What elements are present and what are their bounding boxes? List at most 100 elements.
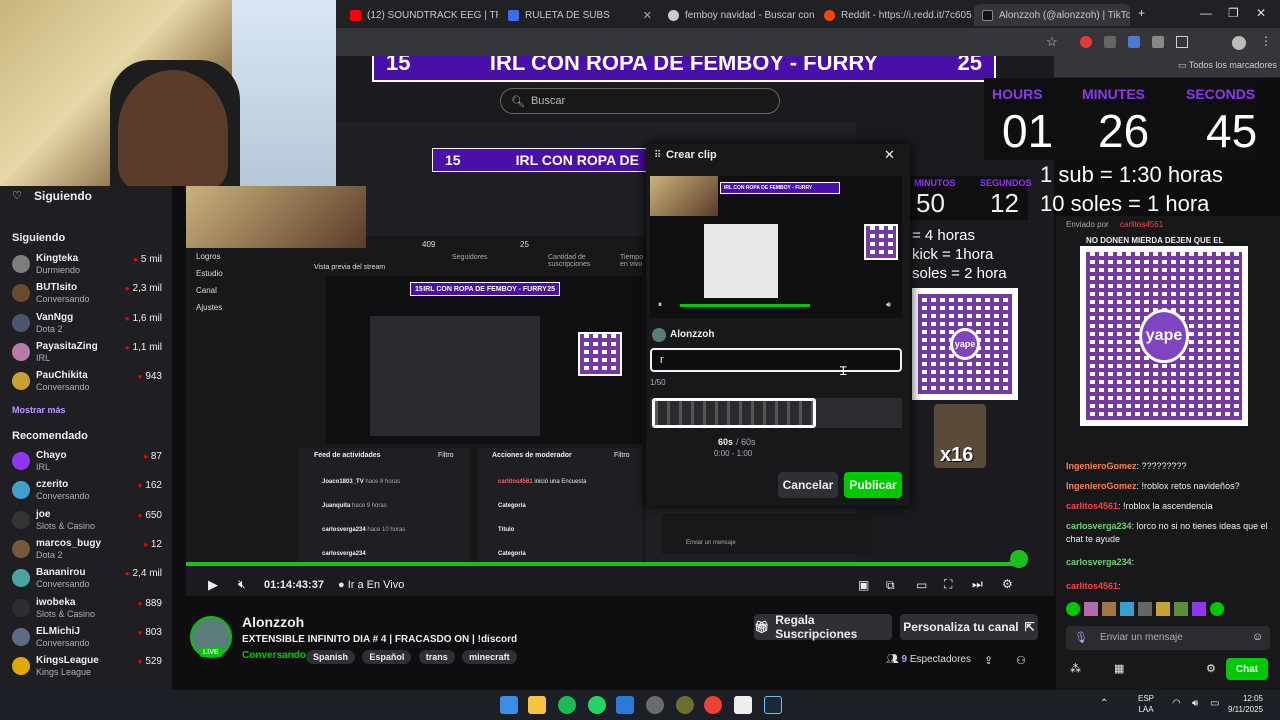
share-icon[interactable]: ⇪ xyxy=(984,654,993,667)
chat-username[interactable]: IngenieroGomez xyxy=(1066,461,1137,471)
menu-kebab-icon[interactable]: ⋮ xyxy=(1260,34,1272,48)
play-icon[interactable]: ▶ xyxy=(208,577,218,593)
volume-icon[interactable]: 🔊︎ xyxy=(886,300,891,310)
mic-icon[interactable]: 🎙︎ xyxy=(1074,631,1088,644)
sidebar-channel[interactable]: ChayoIRL 87 xyxy=(12,449,162,477)
tag[interactable]: Español xyxy=(362,650,412,664)
sidebar-channel[interactable]: BUTIsitoConversando 2,3 mil xyxy=(12,281,162,309)
chat-username[interactable]: carlitos4561 xyxy=(1066,581,1118,591)
chat-username[interactable]: carlitos4561 xyxy=(1066,501,1118,511)
sidebar-channel[interactable]: iwobekaSlots & Casino 889 xyxy=(12,596,162,624)
profile-avatar-icon[interactable] xyxy=(1232,36,1246,50)
sidebar-channel[interactable]: czeritoConversando 162 xyxy=(12,478,162,506)
fullscreen-icon[interactable]: ⛶ xyxy=(944,577,952,592)
user-icon[interactable]: ⚇ xyxy=(1016,654,1026,667)
app-icon[interactable] xyxy=(734,696,752,714)
extension-icon[interactable] xyxy=(1152,36,1164,48)
clip-timeline[interactable] xyxy=(650,398,902,428)
extension-icon[interactable] xyxy=(1128,36,1140,48)
emoji-icon[interactable]: ☺ xyxy=(1252,631,1263,643)
pause-icon[interactable]: ⏸ xyxy=(658,300,662,310)
skip-icon[interactable]: ⏭ xyxy=(972,577,983,592)
browser-tab[interactable]: RULETA DE SUBS ✕ xyxy=(500,4,660,26)
channel-name[interactable]: Alonzzoh xyxy=(242,614,304,630)
sidebar-channel[interactable]: ELMichiJConversando 803 xyxy=(12,625,162,653)
battery-icon[interactable]: ▭ xyxy=(1210,698,1219,709)
filter-label[interactable]: Filtro xyxy=(614,452,630,459)
chrome-icon[interactable] xyxy=(704,696,722,714)
address-bar[interactable]: ☆ ⋮ xyxy=(336,28,1280,56)
tag[interactable]: minecraft xyxy=(462,650,517,664)
obs-icon[interactable] xyxy=(646,696,664,714)
gift-subs-button[interactable]: 🎁︎ Regala Suscripciones xyxy=(754,613,892,641)
stream-info: LIVE Alonzzoh EXTENSIBLE INFINITO DIA # … xyxy=(172,600,1054,690)
sidebar-channel[interactable]: KingsLeagueKings League 529 xyxy=(12,654,162,682)
sidebar-channel[interactable]: marcos_bugyDota 2 12 xyxy=(12,537,162,565)
stream-progress-bar[interactable] xyxy=(186,562,1026,566)
star-icon[interactable]: ☆ xyxy=(1046,34,1058,50)
following-title[interactable]: Siguiendo xyxy=(34,189,92,203)
browser-tab-active[interactable]: Alonzzoh (@alonzzoh) | TikTok ✕ xyxy=(974,4,1130,26)
settings-gear-icon[interactable]: ⚙ xyxy=(1002,577,1013,591)
sidebar-channel[interactable]: joeSlots & Casino 650 xyxy=(12,508,162,536)
chat-username[interactable]: IngenieroGomez xyxy=(1066,481,1137,491)
new-tab-icon[interactable]: + xyxy=(1138,6,1145,20)
chevron-up-icon[interactable]: ⌃ xyxy=(1100,698,1108,709)
language-indicator[interactable]: ESP LAA xyxy=(1138,693,1154,715)
store-icon[interactable] xyxy=(616,696,634,714)
publish-button[interactable]: Publicar xyxy=(844,472,902,498)
chat-settings-icon[interactable]: ⚙ xyxy=(1206,662,1216,675)
tag[interactable]: trans xyxy=(418,650,455,664)
chat-message: carlitos4561: !roblox la ascendencia xyxy=(1066,500,1276,513)
steam-icon[interactable] xyxy=(764,696,782,714)
all-bookmarks-link[interactable]: ▭ Todos los marcadores xyxy=(1178,60,1277,71)
extension-icon[interactable] xyxy=(1104,36,1116,48)
tag[interactable]: Spanish xyxy=(306,650,356,664)
store-icon[interactable]: ▦ xyxy=(1114,662,1124,675)
volume-icon[interactable]: 🔊︎ xyxy=(1192,698,1198,709)
stream-category[interactable]: Conversando xyxy=(242,650,306,661)
close-tab-icon[interactable]: ✕ xyxy=(643,9,652,22)
go-live-link[interactable]: ● Ir a En Vivo xyxy=(338,579,404,591)
cancel-button[interactable]: Cancelar xyxy=(778,472,838,498)
wifi-icon[interactable]: ◠ xyxy=(1172,698,1181,709)
drag-handle-icon[interactable]: ⠿ xyxy=(654,150,661,161)
clip-range-selector[interactable] xyxy=(652,398,816,428)
windows-start-icon[interactable] xyxy=(500,696,518,714)
chat-message: IngenieroGomez: !roblox retos navideños? xyxy=(1066,480,1276,493)
pip-icon[interactable]: ▭ xyxy=(916,578,927,592)
minimize-icon[interactable]: — xyxy=(1200,6,1212,20)
chat-input[interactable]: 🎙︎ Enviar un mensaje ☺ xyxy=(1066,626,1270,650)
clock[interactable]: 12:05 9/11/2025 xyxy=(1228,693,1263,715)
close-window-icon[interactable]: ✕ xyxy=(1256,6,1266,20)
chat-username[interactable]: carlosverga234 xyxy=(1066,557,1132,567)
progress-handle[interactable] xyxy=(1010,550,1028,568)
clip-title-input[interactable]: r xyxy=(650,348,902,372)
sidebar-channel[interactable]: PayasitaZingIRL 1,1 mil xyxy=(12,340,162,368)
puzzle-icon[interactable] xyxy=(1176,36,1188,48)
clip-icon[interactable]: ▣ xyxy=(858,578,869,592)
browser-tab[interactable]: (12) SOUNDTRACK EEG | TROM ✕ xyxy=(342,4,498,26)
sidebar-channel[interactable]: KingtekaDurmiendo 5 mil xyxy=(12,252,162,280)
chat-send-button[interactable]: Chat xyxy=(1226,658,1268,680)
browser-tab[interactable]: femboy navidad - Buscar con G ✕ xyxy=(660,4,814,26)
sidebar-channel[interactable]: VanNggDota 2 1,6 mil xyxy=(12,311,162,339)
app-icon[interactable] xyxy=(676,696,694,714)
sidebar-channel[interactable]: BananirouConversando 2,4 mil xyxy=(12,566,162,594)
chat-text: : xyxy=(1131,557,1135,567)
filter-label[interactable]: Filtro xyxy=(438,452,454,459)
bits-icon[interactable]: ⁂ xyxy=(1070,662,1081,675)
mute-icon[interactable]: 🔇︎ xyxy=(238,577,246,592)
extension-icon[interactable] xyxy=(1080,36,1092,48)
theater-icon[interactable]: ⧉ xyxy=(886,578,895,593)
whatsapp-icon[interactable] xyxy=(588,696,606,714)
customize-channel-button[interactable]: Personaliza tu canal ⇱ xyxy=(900,614,1038,640)
browser-tab[interactable]: Reddit - https://i.redd.it/7c605 ✕ xyxy=(816,4,972,26)
show-more-link[interactable]: Mostrar más xyxy=(12,405,66,415)
chat-username[interactable]: carlosverga234 xyxy=(1066,521,1132,531)
maximize-icon[interactable]: ❐ xyxy=(1228,6,1239,20)
sidebar-channel[interactable]: PauChikitaConversando 943 xyxy=(12,369,162,397)
spotify-icon[interactable] xyxy=(558,696,576,714)
file-explorer-icon[interactable] xyxy=(528,696,546,714)
close-modal-icon[interactable]: ✕ xyxy=(884,147,895,163)
